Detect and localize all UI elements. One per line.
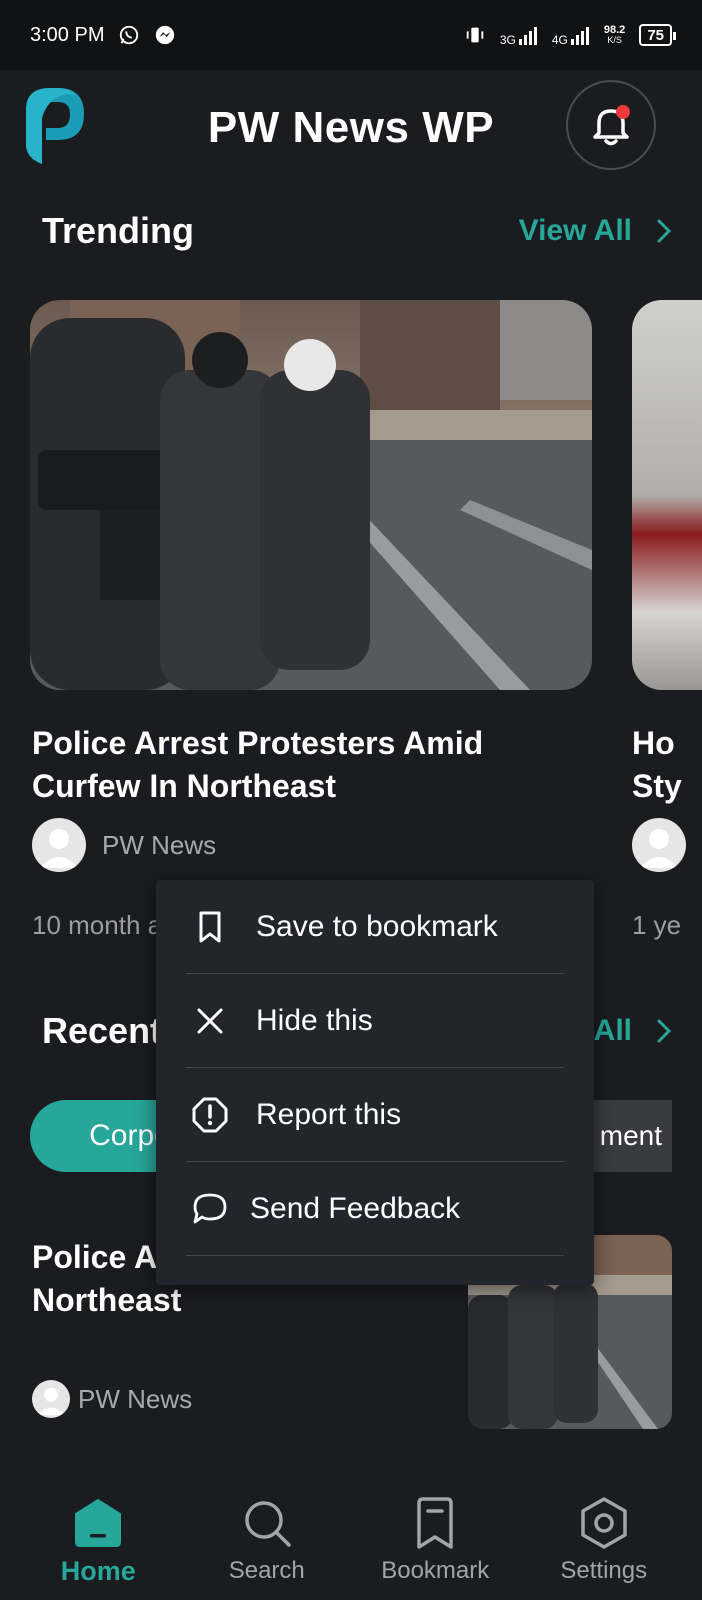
- alert-icon: [192, 1097, 228, 1132]
- trending-card-2-time: 1 ye: [632, 910, 682, 940]
- trending-header: Trending View All: [42, 210, 672, 252]
- nav-label: Home: [60, 1555, 136, 1586]
- chevron-right-icon: [657, 219, 672, 243]
- menu-item-send-feedback[interactable]: Send Feedback: [186, 1162, 564, 1256]
- author-name: PW News: [102, 829, 217, 860]
- trending-title: Trending: [42, 210, 194, 251]
- nav-item-search[interactable]: Search: [187, 1495, 347, 1585]
- chat-bubble-icon: [193, 1193, 227, 1223]
- home-icon: [75, 1498, 122, 1547]
- settings-icon: [581, 1497, 627, 1549]
- bookmark-icon: [417, 1497, 453, 1549]
- signal-4g: 4G: [552, 25, 590, 46]
- menu-item-save-bookmark[interactable]: Save to bookmark: [186, 880, 564, 974]
- view-all-label: All: [593, 1014, 632, 1047]
- menu-item-label: Send Feedback: [250, 1191, 461, 1225]
- menu-item-label: Report this: [256, 1097, 402, 1131]
- app-header: PW News WP: [0, 70, 702, 185]
- avatar: [632, 818, 686, 872]
- avatar: [32, 1380, 70, 1418]
- close-icon: [197, 1008, 223, 1033]
- nav-label: Search: [228, 1557, 305, 1584]
- trending-view-all-button[interactable]: View All: [519, 214, 672, 248]
- nav-label: Bookmark: [381, 1557, 490, 1584]
- status-bar: 3:00 PM 3G 4G 98.2 K/S 75: [0, 0, 702, 70]
- network-speed: 98.2 K/S: [603, 24, 626, 46]
- menu-item-label: Save to bookmark: [256, 909, 498, 943]
- user-placeholder-icon: [37, 1387, 65, 1416]
- recent-title: Recent: [42, 1010, 163, 1051]
- menu-item-hide[interactable]: Hide this: [186, 974, 564, 1068]
- status-time: 3:00 PM: [30, 23, 105, 46]
- nav-label: Settings: [560, 1557, 648, 1584]
- messenger-icon: [156, 25, 175, 45]
- avatar: [32, 818, 86, 872]
- signal-bars-icon: [518, 27, 537, 45]
- nav-item-settings[interactable]: Settings: [524, 1495, 684, 1585]
- bottom-navigation: Home Search Bookmark Settings: [0, 1480, 702, 1600]
- bookmark-icon: [199, 911, 221, 942]
- nav-item-bookmark[interactable]: Bookmark: [355, 1495, 515, 1585]
- bell-icon: [593, 105, 630, 146]
- app-logo-icon: [26, 88, 84, 164]
- notification-dot: [616, 105, 630, 119]
- trending-card-2-title[interactable]: Ho Sty: [632, 722, 702, 808]
- context-menu: Save to bookmark Hide this Report this S…: [156, 880, 594, 1285]
- menu-item-label: Hide this: [256, 1003, 373, 1037]
- vibrate-icon: [466, 27, 484, 43]
- police-photo-image: [30, 300, 592, 690]
- trending-card-image[interactable]: [30, 300, 592, 690]
- app-title: PW News WP: [207, 102, 495, 152]
- trending-card-2-author: [632, 818, 686, 872]
- signal-bars-icon: [570, 27, 589, 45]
- menu-item-report[interactable]: Report this: [186, 1068, 564, 1162]
- author-name: PW News: [78, 1383, 193, 1414]
- trending-card-author: PW News: [32, 818, 216, 872]
- user-placeholder-icon: [640, 829, 678, 868]
- recent-item-author: PW News: [32, 1380, 192, 1418]
- battery-indicator: 75: [639, 24, 676, 46]
- recent-view-all-button[interactable]: All: [594, 1014, 672, 1048]
- trending-card-title[interactable]: Police Arrest Protesters Amid Curfew In …: [32, 722, 552, 808]
- view-all-label: View All: [518, 214, 632, 247]
- user-placeholder-icon: [40, 829, 78, 868]
- nav-item-home[interactable]: Home: [18, 1494, 178, 1587]
- signal-3g: 3G: [500, 25, 538, 46]
- notifications-button[interactable]: [566, 80, 656, 170]
- search-icon: [245, 1501, 291, 1547]
- trending-card-2-image[interactable]: [632, 300, 702, 690]
- chevron-right-icon: [657, 1019, 672, 1043]
- whatsapp-icon: [120, 25, 139, 45]
